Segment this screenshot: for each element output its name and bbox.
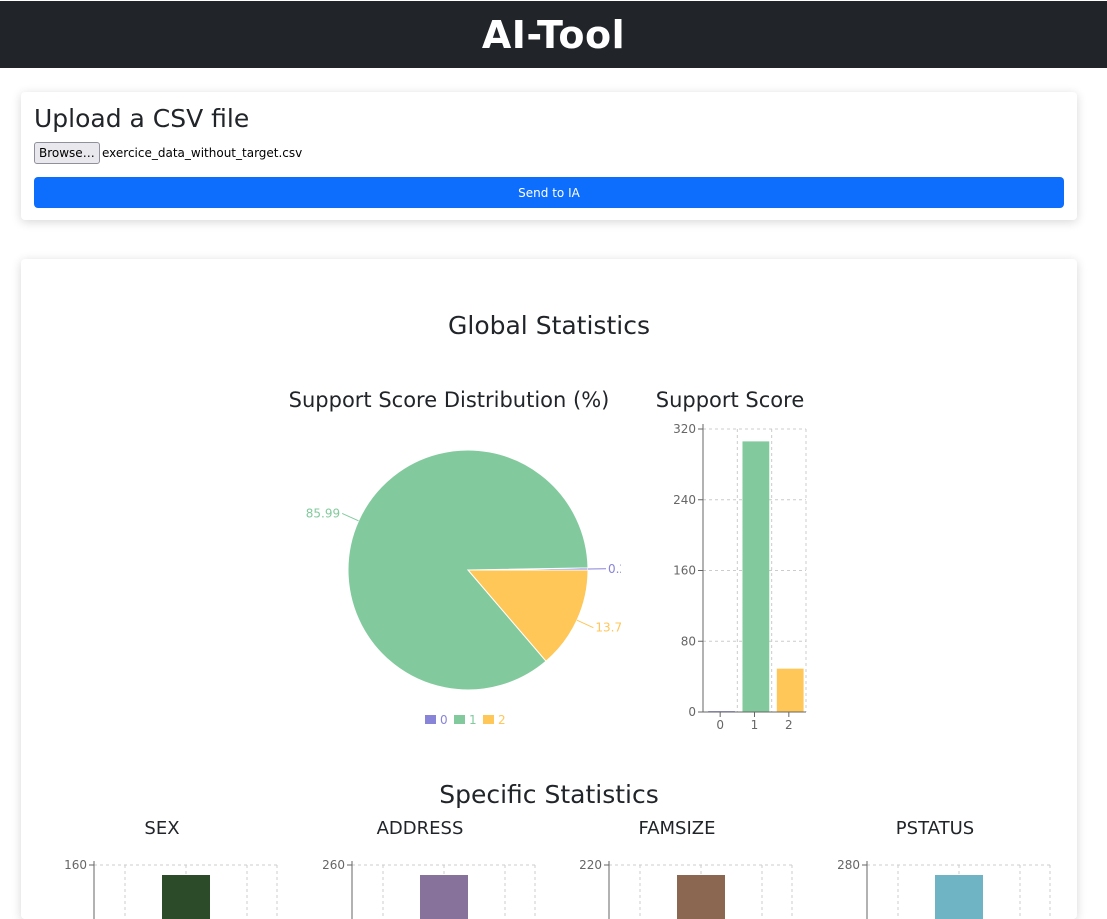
browse-button[interactable]: Browse…	[34, 142, 100, 164]
bar-2	[777, 669, 804, 712]
support-score-pie-chart: 0.28 85.99 13.73 0 1 2	[277, 439, 621, 739]
address-y-tick-label: 260	[322, 858, 345, 872]
upload-title: Upload a CSV file	[34, 104, 249, 133]
address-bar-first	[420, 875, 468, 919]
pie-data-label-0: 0.28	[608, 562, 621, 576]
y-tick-label-320: 320	[673, 422, 696, 436]
support-score-bar-chart: 0 80 160 240 320 0 1 2	[645, 419, 825, 739]
famsize-bar-first	[677, 875, 725, 919]
statistics-card: Global Statistics Support Score Distribu…	[21, 259, 1077, 919]
bar-1	[742, 441, 769, 712]
y-tick-label-160: 160	[673, 564, 696, 578]
pie-label-line-1	[342, 513, 358, 520]
pie-data-label-1: 85.99	[306, 506, 340, 520]
sex-y-tick-label: 160	[64, 858, 87, 872]
bar-chart-title: Support Score	[645, 388, 815, 412]
selected-file-name: exercice_data_without_target.csv	[102, 146, 302, 160]
legend-label-2: 2	[498, 713, 506, 727]
pie-label-line-2	[577, 620, 593, 628]
legend-swatch-0	[425, 715, 436, 724]
famsize-chart-title: FAMSIZE	[577, 818, 777, 839]
y-tick-label-240: 240	[673, 493, 696, 507]
app-header: AI-Tool	[0, 0, 1107, 68]
global-statistics-title: Global Statistics	[21, 311, 1077, 340]
y-tick-label-80: 80	[681, 634, 696, 648]
address-chart-title: ADDRESS	[320, 818, 520, 839]
pie-data-label-2: 13.73	[595, 621, 621, 635]
famsize-y-tick-label: 220	[579, 858, 602, 872]
legend-label-0: 0	[440, 713, 448, 727]
sex-bar-first	[162, 875, 210, 919]
sex-chart-title: SEX	[62, 818, 262, 839]
legend-swatch-2	[483, 715, 494, 724]
app-title: AI-Tool	[482, 13, 625, 57]
y-tick-label-0: 0	[688, 705, 696, 719]
pie-chart-title: Support Score Distribution (%)	[277, 388, 621, 412]
specific-statistics-title: Specific Statistics	[21, 780, 1077, 809]
pstatus-chart-title: PSTATUS	[835, 818, 1035, 839]
x-tick-label-2: 2	[785, 718, 793, 732]
specific-charts-area: 160 260 220 280	[21, 855, 1077, 919]
x-tick-label-1: 1	[751, 718, 759, 732]
send-to-ia-button[interactable]: Send to IA	[34, 177, 1064, 208]
upload-card: Upload a CSV file Browse… exercice_data_…	[21, 92, 1077, 220]
x-tick-label-0: 0	[716, 718, 724, 732]
pstatus-bar-first	[935, 875, 983, 919]
legend-label-1: 1	[469, 713, 477, 727]
legend-swatch-1	[454, 715, 465, 724]
pstatus-y-tick-label: 280	[837, 858, 860, 872]
